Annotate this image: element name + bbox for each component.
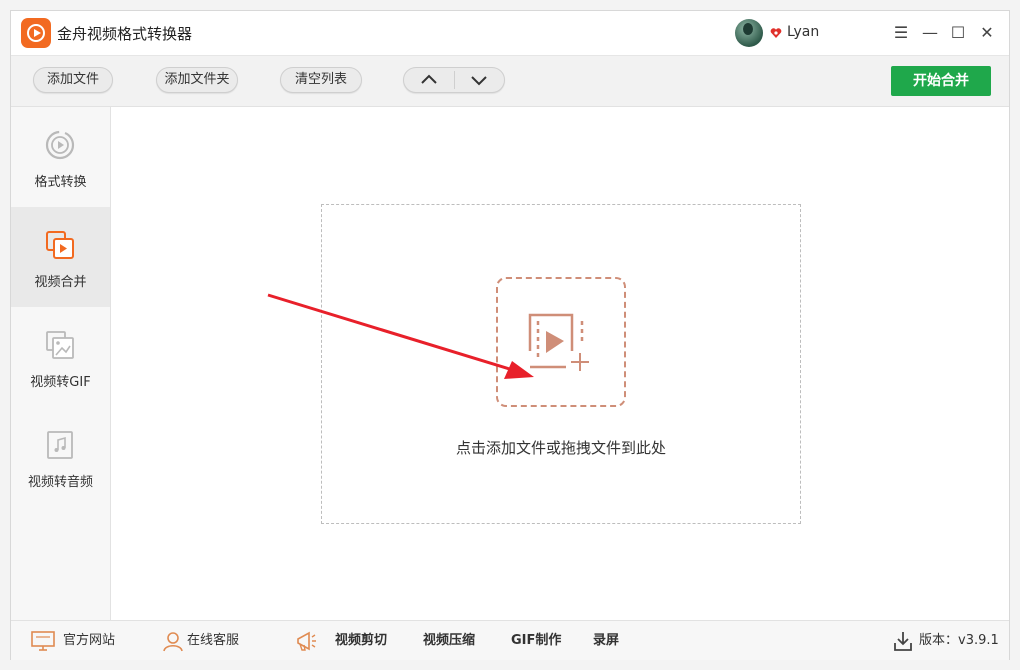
sidebar-item-format-convert[interactable]: 格式转换	[11, 107, 110, 207]
toolbar: 添加文件 添加文件夹 清空列表 开始合并	[11, 55, 1009, 107]
maximize-button[interactable]: ☐	[948, 23, 968, 43]
clear-list-button[interactable]: 清空列表	[280, 67, 362, 93]
pointer-arrow-icon	[267, 293, 534, 379]
video-merge-icon	[46, 231, 74, 259]
start-merge-button[interactable]: 开始合并	[891, 66, 991, 96]
move-down-icon[interactable]	[454, 68, 504, 92]
format-convert-icon	[45, 130, 75, 160]
app-window: 金舟视频格式转换器 Lyan ☰ — ☐ ✕ 添加文件 添加文件夹 清空列表 开…	[10, 10, 1010, 660]
sidebar: 格式转换 视频合并 视频转GIF 视频转音频	[11, 107, 111, 620]
screen-record-link[interactable]: 录屏	[593, 631, 619, 651]
video-to-gif-icon	[46, 331, 74, 359]
video-compress-link[interactable]: 视频压缩	[423, 631, 475, 651]
drop-hint-text: 点击添加文件或拖拽文件到此处	[455, 439, 666, 457]
download-icon	[894, 632, 912, 651]
move-up-icon[interactable]	[404, 68, 454, 92]
video-to-audio-icon	[47, 431, 73, 459]
username[interactable]: Lyan	[787, 24, 819, 40]
sidebar-item-label: 格式转换	[34, 175, 87, 190]
vip-heart-icon	[770, 28, 782, 38]
version-label[interactable]: 版本：v3.9.1	[919, 631, 999, 651]
sidebar-item-label: 视频转音频	[27, 475, 93, 490]
add-folder-button[interactable]: 添加文件夹	[156, 67, 238, 93]
sidebar-item-video-to-audio[interactable]: 视频转音频	[11, 407, 110, 507]
sidebar-item-label: 视频转GIF	[30, 375, 91, 390]
sidebar-item-video-to-gif[interactable]: 视频转GIF	[11, 307, 110, 407]
app-title: 金舟视频格式转换器	[57, 25, 193, 43]
online-support-link[interactable]: 在线客服	[187, 631, 239, 651]
menu-icon[interactable]: ☰	[891, 23, 911, 43]
megaphone-icon	[297, 631, 316, 651]
video-cut-link[interactable]: 视频剪切	[335, 631, 387, 651]
add-file-button[interactable]: 添加文件	[33, 67, 113, 93]
sidebar-item-label: 视频合并	[34, 275, 87, 290]
sidebar-item-video-merge[interactable]: 视频合并	[11, 207, 110, 307]
user-avatar[interactable]	[735, 19, 763, 47]
customer-service-icon	[163, 632, 183, 652]
close-button[interactable]: ✕	[977, 23, 997, 43]
monitor-icon	[31, 631, 55, 651]
title-bar: 金舟视频格式转换器 Lyan ☰ — ☐ ✕	[11, 11, 1009, 55]
main-area: 点击添加文件或拖拽文件到此处	[111, 107, 1009, 620]
minimize-button[interactable]: —	[920, 23, 940, 43]
official-website-link[interactable]: 官方网站	[63, 631, 115, 651]
app-logo-icon	[21, 18, 51, 48]
gif-maker-link[interactable]: GIF制作	[511, 631, 561, 651]
footer-bar: 官方网站 在线客服 视频剪切 视频压缩 GIF制作 录屏 版本：v3.9.1	[11, 620, 1009, 660]
move-buttons	[403, 67, 505, 93]
